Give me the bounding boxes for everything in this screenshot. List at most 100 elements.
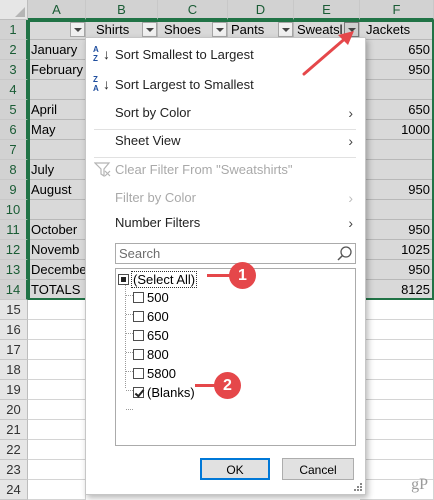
- value-checkbox[interactable]: [133, 330, 144, 342]
- empty-cell[interactable]: [360, 440, 434, 460]
- row-header-23[interactable]: 23: [0, 460, 28, 480]
- empty-cell[interactable]: [28, 400, 86, 420]
- cell-jackets[interactable]: 650: [360, 100, 434, 120]
- empty-cell[interactable]: [360, 300, 434, 320]
- empty-cell[interactable]: [28, 440, 86, 460]
- row-header-19[interactable]: 19: [0, 380, 28, 400]
- row-header-24[interactable]: 24: [0, 480, 28, 500]
- cell-jackets[interactable]: 950: [360, 260, 434, 280]
- row-header-2[interactable]: 2: [0, 40, 28, 60]
- cell-jackets[interactable]: 950: [360, 60, 434, 80]
- row-header-8[interactable]: 8: [0, 160, 28, 180]
- sheet-view-item[interactable]: Sheet View ›: [86, 128, 365, 154]
- cancel-button[interactable]: Cancel: [282, 458, 354, 480]
- column-header-d[interactable]: D: [228, 0, 294, 20]
- sort-by-color-item[interactable]: Sort by Color ›: [86, 100, 365, 126]
- cell-month[interactable]: May: [28, 120, 86, 140]
- value-checkbox[interactable]: [133, 349, 144, 361]
- row-header-9[interactable]: 9: [0, 180, 28, 200]
- list-item-500[interactable]: 500: [133, 289, 169, 307]
- column-header-a[interactable]: A: [28, 0, 86, 20]
- cell-jackets[interactable]: [360, 200, 434, 220]
- row-header-14[interactable]: 14: [0, 280, 28, 300]
- cell-totals-label[interactable]: TOTALS: [28, 280, 86, 300]
- row-header-5[interactable]: 5: [0, 100, 28, 120]
- number-filters-item[interactable]: Number Filters ›: [86, 210, 365, 236]
- list-item-800[interactable]: 800: [133, 346, 169, 364]
- column-header-e[interactable]: E: [294, 0, 360, 20]
- cell-month[interactable]: [28, 200, 86, 220]
- row-header-3[interactable]: 3: [0, 60, 28, 80]
- empty-cell[interactable]: [28, 360, 86, 380]
- row-header-13[interactable]: 13: [0, 260, 28, 280]
- blanks-checkbox[interactable]: [133, 387, 144, 399]
- row-header-22[interactable]: 22: [0, 440, 28, 460]
- clear-filter-item[interactable]: Clear Filter From "Sweatshirts": [86, 157, 365, 183]
- empty-cell[interactable]: [360, 420, 434, 440]
- ok-button[interactable]: OK: [200, 458, 270, 480]
- column-header-c[interactable]: C: [158, 0, 228, 20]
- empty-cell[interactable]: [28, 460, 86, 480]
- cell-month[interactable]: February: [28, 60, 86, 80]
- row-header-20[interactable]: 20: [0, 400, 28, 420]
- cell-jackets[interactable]: [360, 80, 434, 100]
- empty-cell[interactable]: [360, 380, 434, 400]
- empty-cell[interactable]: [28, 380, 86, 400]
- cell-jackets[interactable]: 1000: [360, 120, 434, 140]
- row-header-16[interactable]: 16: [0, 320, 28, 340]
- filter-dropdown-icon[interactable]: [212, 22, 227, 37]
- cell-jackets[interactable]: 650: [360, 40, 434, 60]
- filter-dropdown-icon[interactable]: [278, 22, 293, 37]
- value-checkbox[interactable]: [133, 311, 144, 323]
- cell-month[interactable]: August: [28, 180, 86, 200]
- cell-month[interactable]: October: [28, 220, 86, 240]
- column-header-f[interactable]: F: [360, 0, 434, 20]
- cell-jackets[interactable]: [360, 140, 434, 160]
- select-all-checkbox[interactable]: [118, 274, 129, 286]
- search-input[interactable]: Search: [115, 243, 356, 264]
- list-item-blanks[interactable]: (Blanks): [133, 384, 195, 402]
- row-header-17[interactable]: 17: [0, 340, 28, 360]
- cell-jackets[interactable]: [360, 160, 434, 180]
- list-item-5800[interactable]: 5800: [133, 365, 176, 383]
- empty-cell[interactable]: [28, 480, 86, 500]
- cell-jackets-total[interactable]: 8125: [360, 280, 434, 300]
- empty-cell[interactable]: [360, 360, 434, 380]
- row-header-18[interactable]: 18: [0, 360, 28, 380]
- header-jackets[interactable]: Jackets: [360, 20, 434, 40]
- value-checkbox[interactable]: [133, 368, 144, 380]
- empty-cell[interactable]: [28, 300, 86, 320]
- cell-month[interactable]: July: [28, 160, 86, 180]
- cell-jackets[interactable]: 950: [360, 220, 434, 240]
- row-header-12[interactable]: 12: [0, 240, 28, 260]
- resize-grip-icon[interactable]: [354, 483, 363, 492]
- row-header-1[interactable]: 1: [0, 20, 28, 40]
- row-header-15[interactable]: 15: [0, 300, 28, 320]
- row-header-21[interactable]: 21: [0, 420, 28, 440]
- empty-cell[interactable]: [28, 320, 86, 340]
- empty-cell[interactable]: [360, 400, 434, 420]
- cell-month[interactable]: January: [28, 40, 86, 60]
- filter-by-color-item[interactable]: Filter by Color ›: [86, 185, 365, 211]
- list-item-select-all[interactable]: (Select All): [118, 271, 198, 289]
- cell-jackets[interactable]: 950: [360, 180, 434, 200]
- cell-jackets[interactable]: 1025: [360, 240, 434, 260]
- empty-cell[interactable]: [360, 340, 434, 360]
- column-header-b[interactable]: B: [86, 0, 158, 20]
- cell-month[interactable]: Decembe: [28, 260, 86, 280]
- empty-cell[interactable]: [28, 340, 86, 360]
- filter-dropdown-icon[interactable]: [142, 22, 157, 37]
- cell-month[interactable]: [28, 140, 86, 160]
- cell-month[interactable]: April: [28, 100, 86, 120]
- empty-cell[interactable]: [28, 420, 86, 440]
- value-checkbox[interactable]: [133, 292, 144, 304]
- empty-cell[interactable]: [360, 320, 434, 340]
- cell-month[interactable]: [28, 80, 86, 100]
- list-item-600[interactable]: 600: [133, 308, 169, 326]
- row-header-6[interactable]: 6: [0, 120, 28, 140]
- row-header-7[interactable]: 7: [0, 140, 28, 160]
- cell-month[interactable]: Novemb: [28, 240, 86, 260]
- row-header-10[interactable]: 10: [0, 200, 28, 220]
- filter-dropdown-icon[interactable]: [70, 22, 85, 37]
- row-header-4[interactable]: 4: [0, 80, 28, 100]
